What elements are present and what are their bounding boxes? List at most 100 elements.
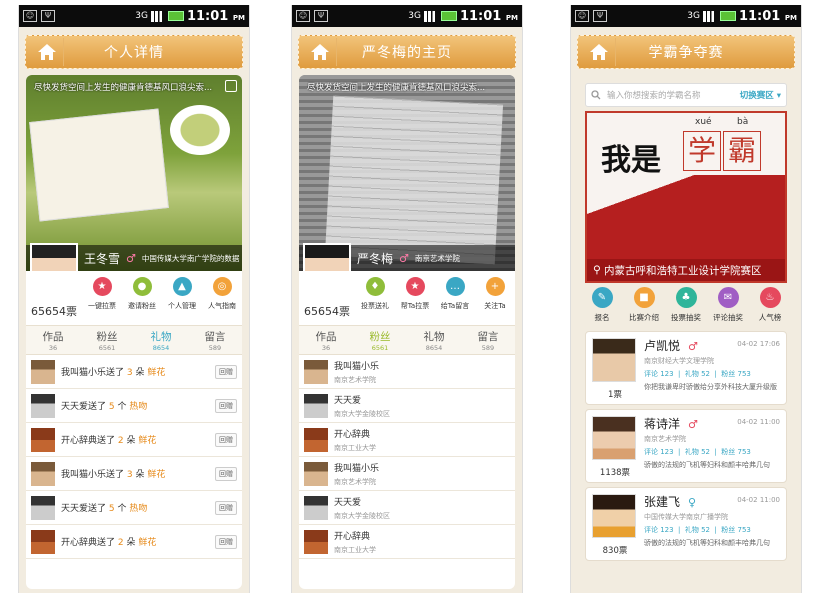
vote-count: 1票 xyxy=(608,390,622,400)
avatar[interactable] xyxy=(31,495,55,520)
usb-icon: Ψ xyxy=(314,10,328,22)
title-bar: 个人详情 xyxy=(25,35,243,69)
list-item[interactable]: 开心辞典 南京工业大学 xyxy=(299,525,515,559)
avatar xyxy=(304,461,328,486)
contest-poster[interactable]: 我是 xué bà 学 霸 ⚲ 内蒙古呼和浩特工业设计学院赛区 xyxy=(585,111,787,283)
signal-icon xyxy=(702,10,717,22)
user-name: 蒋诗洋 ♂ xyxy=(644,417,698,431)
battery-icon xyxy=(719,11,736,21)
timestamp: 04-02 17:06 xyxy=(737,340,780,348)
contestant-card[interactable]: 1138票 蒋诗洋 ♂ 04-02 11:00 南京艺术学院 评论 123 | 礼… xyxy=(585,409,787,483)
tab-gifts[interactable]: 礼物 8654 xyxy=(407,326,461,354)
reply-button[interactable]: 回赠 xyxy=(215,466,237,481)
network-type: 3G xyxy=(687,11,700,21)
search-placeholder: 输入你想搜索的学霸名称 xyxy=(607,91,701,101)
avatar[interactable] xyxy=(31,393,55,418)
avatar[interactable] xyxy=(31,359,55,384)
list-item[interactable]: 我叫猫小乐 南京艺术学院 xyxy=(299,355,515,389)
user-school: 中国传媒大学南京广播学院 xyxy=(644,513,728,521)
vote-count: 65654票 xyxy=(31,305,77,318)
tab-messages[interactable]: 留言 589 xyxy=(188,326,242,354)
avatar[interactable] xyxy=(30,243,78,271)
home-button[interactable] xyxy=(303,38,337,66)
page-title: 学霸争夺赛 xyxy=(648,45,724,61)
page-title: 个人详情 xyxy=(104,45,164,61)
vote-count: 65654票 xyxy=(304,305,350,318)
action-vote-gift[interactable]: ♦ 投票送礼 xyxy=(355,277,395,311)
cat-comment-lottery[interactable]: ✉ 评论抽奖 xyxy=(707,287,749,329)
vote-count: 1138票 xyxy=(599,468,631,478)
tab-works[interactable]: 作品 36 xyxy=(299,326,353,354)
signal-icon xyxy=(150,10,165,22)
book-image xyxy=(29,108,169,222)
chevron-down-icon: ▾ xyxy=(776,91,781,101)
avatar[interactable] xyxy=(31,461,55,486)
home-icon xyxy=(37,44,56,60)
name-bar: 严冬梅 ♂ 南京艺术学院 xyxy=(299,243,515,271)
reply-button[interactable]: 回赠 xyxy=(215,432,237,447)
reply-button[interactable]: 回赠 xyxy=(215,398,237,413)
action-label: 给Ta留言 xyxy=(440,302,470,310)
gender-icon: ♂ xyxy=(688,340,698,353)
reply-button[interactable]: 回赠 xyxy=(215,364,237,379)
tab-fans[interactable]: 粉丝 6561 xyxy=(80,326,134,354)
cover-caption: 尽快发货空间上发生的健康肯德基风口浪尖索... xyxy=(34,83,213,93)
avatar[interactable] xyxy=(31,529,55,554)
action-canvass[interactable]: ★ 帮Ta拉票 xyxy=(395,277,435,311)
user-school: 中国传媒大学南广学院的数据 xyxy=(141,253,240,263)
tab-bar: 作品 36 粉丝 6561 礼物 8654 留言 589 xyxy=(26,325,242,355)
list-item[interactable]: 我叫猫小乐 南京艺术学院 xyxy=(299,457,515,491)
action-follow[interactable]: + 关注Ta xyxy=(475,277,515,311)
tab-messages[interactable]: 留言 589 xyxy=(461,326,515,354)
action-guide[interactable]: ◎ 人气指南 xyxy=(202,277,242,311)
list-item[interactable]: 天天爱 南京大学金陵校区 xyxy=(299,491,515,525)
home-button[interactable] xyxy=(582,38,616,66)
battery-icon xyxy=(167,11,184,21)
list-item[interactable]: 开心辞典 南京工业大学 xyxy=(299,423,515,457)
tab-fans[interactable]: 粉丝 6561 xyxy=(353,326,407,354)
android-icon: ☺ xyxy=(575,10,589,22)
cat-intro[interactable]: ■ 比赛介绍 xyxy=(623,287,665,329)
avatar xyxy=(304,427,328,452)
action-row: 65654票 ★ 一键拉票 ● 邀请粉丝 ▲ 个人管理 ◎ 人气指南 xyxy=(26,271,242,325)
avatar[interactable] xyxy=(303,243,351,271)
list-item: 我叫猫小乐送了 3 朵 鲜花 回赠 xyxy=(26,457,242,491)
reply-button[interactable]: 回赠 xyxy=(215,534,237,549)
list-item[interactable]: 天天爱 南京大学金陵校区 xyxy=(299,389,515,423)
action-invite[interactable]: ● 邀请粉丝 xyxy=(122,277,162,311)
region-label: ⚲ 内蒙古呼和浩特工业设计学院赛区 xyxy=(587,259,785,281)
plus-icon: + xyxy=(485,277,505,296)
switch-region-button[interactable]: 切换赛区 ▾ xyxy=(740,89,781,101)
edit-icon[interactable] xyxy=(225,80,237,92)
battery-icon xyxy=(440,11,457,21)
usb-icon: Ψ xyxy=(593,10,607,22)
cat-popularity[interactable]: ♨ 人气榜 xyxy=(749,287,791,329)
timestamp: 04-02 11:00 xyxy=(737,418,780,426)
location-icon: ⚲ xyxy=(593,264,601,276)
user-name: 卢凯悦 ♂ xyxy=(644,339,698,353)
gender-icon: ♂ xyxy=(399,251,409,265)
title-bar: 学霸争夺赛 xyxy=(577,35,795,69)
status-bar: ☺ Ψ 3G 11:01 PM xyxy=(19,5,249,27)
cat-vote-lottery[interactable]: ♣ 投票抽奖 xyxy=(665,287,707,329)
cat-signup[interactable]: ✎ 报名 xyxy=(581,287,623,329)
tab-gifts[interactable]: 礼物 8654 xyxy=(134,326,188,354)
document-image xyxy=(324,95,504,265)
contestant-card[interactable]: 830票 张建飞 ♀ 04-02 11:00 中国传媒大学南京广播学院 评论 12… xyxy=(585,487,787,561)
home-button[interactable] xyxy=(30,38,64,66)
action-message[interactable]: … 给Ta留言 xyxy=(435,277,475,311)
tea-cup-image xyxy=(170,105,230,155)
stats: 评论 123 | 礼物 52 | 粉丝 753 xyxy=(644,370,751,378)
action-manage[interactable]: ▲ 个人管理 xyxy=(162,277,202,311)
contestant-card[interactable]: 1票 卢凯悦 ♂ 04-02 17:06 南京财经大学文理学院 评论 123 | … xyxy=(585,331,787,405)
stats: 评论 123 | 礼物 52 | 粉丝 753 xyxy=(644,448,751,456)
action-vote[interactable]: ★ 一键拉票 xyxy=(82,277,122,311)
tab-works[interactable]: 作品 36 xyxy=(26,326,80,354)
tab-bar: 作品 36 粉丝 6561 礼物 8654 留言 589 xyxy=(299,325,515,355)
avatar xyxy=(304,359,328,384)
action-label: 邀请粉丝 xyxy=(128,302,156,310)
search-input[interactable]: 输入你想搜索的学霸名称 切换赛区 ▾ xyxy=(585,83,787,107)
reply-button[interactable]: 回赠 xyxy=(215,500,237,515)
avatar[interactable] xyxy=(31,427,55,452)
user-name: 张建飞 ♀ xyxy=(644,495,697,509)
